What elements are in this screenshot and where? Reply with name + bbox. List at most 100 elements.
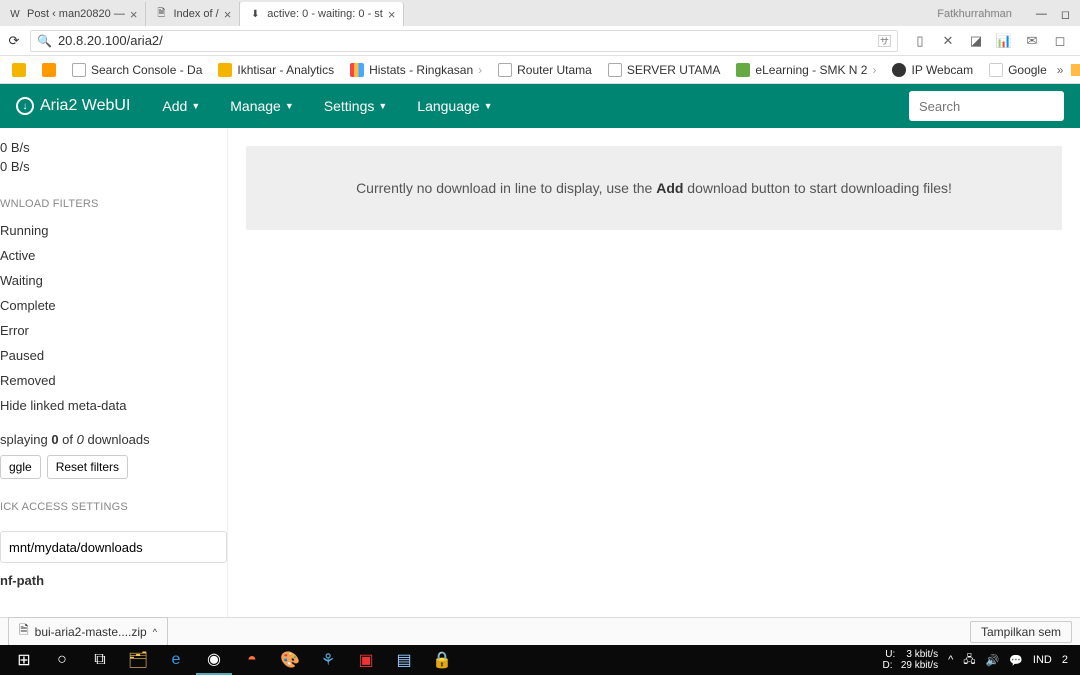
browser-tab[interactable]: 🗎 Index of / × [146,2,240,26]
mail-icon[interactable]: ✉ [1024,33,1040,49]
firefox-icon[interactable]: ◓ [234,645,270,675]
wordpress-icon: W [8,7,22,21]
folder-icon [1071,64,1080,76]
bookmark-item[interactable]: Histats - Ringkasan› [344,60,488,80]
nav-language[interactable]: Language▼ [407,92,502,120]
page-icon [498,63,512,77]
profile-icon[interactable]: ◻ [1052,33,1068,49]
tab-title: active: 0 - waiting: 0 - st [267,8,383,20]
translate-icon[interactable]: 🈂 [878,31,891,50]
show-all-downloads-button[interactable]: Tampilkan sem [970,621,1072,643]
task-view-icon[interactable]: ⧉ [82,645,118,675]
tray-volume-icon[interactable]: 🔊 [986,654,1000,667]
page-icon [608,63,622,77]
analytics-icon [218,63,232,77]
nav-settings[interactable]: Settings▼ [314,92,398,120]
lock-icon[interactable]: 🔒 [424,645,460,675]
histats-icon [350,63,364,77]
filter-paused[interactable]: Paused [0,343,227,368]
search-icon: 🔍 [37,34,52,48]
filter-complete[interactable]: Complete [0,293,227,318]
tray-chevron-icon[interactable]: ^ [948,654,953,666]
elearning-icon [736,63,750,77]
start-icon[interactable]: ⊞ [6,645,42,675]
close-icon[interactable]: × [130,7,138,22]
minimize-icon[interactable]: — [1036,8,1047,21]
red-app-icon[interactable]: ▣ [348,645,384,675]
app-navbar: ↓ Aria2 WebUI Add▼ Manage▼ Settings▼ Lan… [0,84,1080,128]
aria2-logo-icon: ↓ [16,97,34,115]
download-path-input[interactable] [0,531,227,563]
filter-waiting[interactable]: Waiting [0,268,227,293]
quick-access-heading: ICK ACCESS SETTINGS [0,501,227,513]
page-icon: 🗎 [154,7,168,21]
display-count: splaying 0 of 0 downloads [0,432,227,447]
bookmark-item[interactable]: eLearning - SMK N 2› [730,60,882,80]
filter-removed[interactable]: Removed [0,368,227,393]
x-icon[interactable]: ✕ [940,33,956,49]
chrome-icon[interactable]: ◉ [196,645,232,675]
stats-icon[interactable]: 📊 [996,33,1012,49]
bookmark-item[interactable]: Ikhtisar - Analytics [212,60,340,80]
filters-heading: WNLOAD FILTERS [0,198,227,210]
tray-network-icon[interactable]: 🖧 [963,651,975,670]
webcam-icon [892,63,906,77]
filter-hide-metadata[interactable]: Hide linked meta-data [0,393,227,418]
putty-icon[interactable]: ▤ [386,645,422,675]
close-icon[interactable]: × [224,7,232,22]
bookmark-item[interactable]: Google [983,60,1053,80]
empty-state-alert: Currently no download in line to display… [246,146,1062,230]
maximize-icon[interactable]: ◻ [1061,8,1070,21]
download-chip[interactable]: 🗎 bui-aria2-maste....zip ^ [8,617,168,646]
close-icon[interactable]: × [388,7,396,22]
edge-icon[interactable]: e [158,645,194,675]
bookmark-item[interactable] [36,60,62,80]
toggle-button[interactable]: ggle [0,455,41,479]
download-icon: ⬇ [248,7,262,21]
jellyfish-icon[interactable]: ⚘ [310,645,346,675]
filter-active[interactable]: Active [0,243,227,268]
reset-filters-button[interactable]: Reset filters [47,455,128,479]
reload-icon[interactable]: ⟳ [6,33,22,49]
tray-notification-icon[interactable]: 💬 [1009,654,1023,667]
device-icon[interactable]: ▯ [912,33,928,49]
bookmark-item[interactable]: Search Console - Da [66,60,208,80]
browser-tab[interactable]: W Post ‹ man20820 — × [0,2,146,26]
language-indicator[interactable]: IND [1033,654,1052,666]
chevron-down-icon: ▼ [378,101,387,111]
bookmark-item[interactable]: SERVER UTAMA [602,60,727,80]
nav-add[interactable]: Add▼ [152,92,210,120]
conf-path-label: nf-path [0,573,227,588]
downloads-bar: 🗎 bui-aria2-maste....zip ^ Tampilkan sem [0,617,1080,645]
clock[interactable]: 2 [1062,654,1068,666]
location-icon[interactable]: ◪ [968,33,984,49]
bookmarks-overflow-icon[interactable]: » [1057,63,1064,77]
bookmark-item[interactable]: Router Utama [492,60,598,80]
chevron-down-icon: ▼ [285,101,294,111]
address-input-wrap[interactable]: 🔍 🈂 [30,30,898,52]
main-area: 0 B/s 0 B/s WNLOAD FILTERS Running Activ… [0,128,1080,617]
bookmark-item[interactable]: IP Webcam [886,60,979,80]
nav-manage[interactable]: Manage▼ [220,92,304,120]
chevron-down-icon: ▼ [191,101,200,111]
google-g-icon [989,63,1003,77]
blogger-icon [42,63,56,77]
filter-running[interactable]: Running [0,218,227,243]
search-input[interactable] [909,91,1064,121]
bookmark-item[interactable] [6,60,32,80]
search-icon[interactable]: ○ [44,645,80,675]
filter-error[interactable]: Error [0,318,227,343]
address-input[interactable] [58,33,872,48]
browser-tab-active[interactable]: ⬇ active: 0 - waiting: 0 - st × [240,2,404,26]
brand[interactable]: ↓ Aria2 WebUI [16,97,130,115]
bookmarks-bar: Search Console - Da Ikhtisar - Analytics… [0,56,1080,84]
tab-title: Index of / [173,8,218,20]
watermark: Fatkhurrahman [937,8,1012,21]
google-icon [12,63,26,77]
address-bar: ⟳ 🔍 🈂 ▯ ✕ ◪ 📊 ✉ ◻ [0,26,1080,56]
page-icon [72,63,86,77]
content: Currently no download in line to display… [228,128,1080,617]
browser-tab-strip: W Post ‹ man20820 — × 🗎 Index of / × ⬇ a… [0,0,1080,26]
file-explorer-icon[interactable]: 🗂 [120,645,156,675]
paint-icon[interactable]: 🎨 [272,645,308,675]
